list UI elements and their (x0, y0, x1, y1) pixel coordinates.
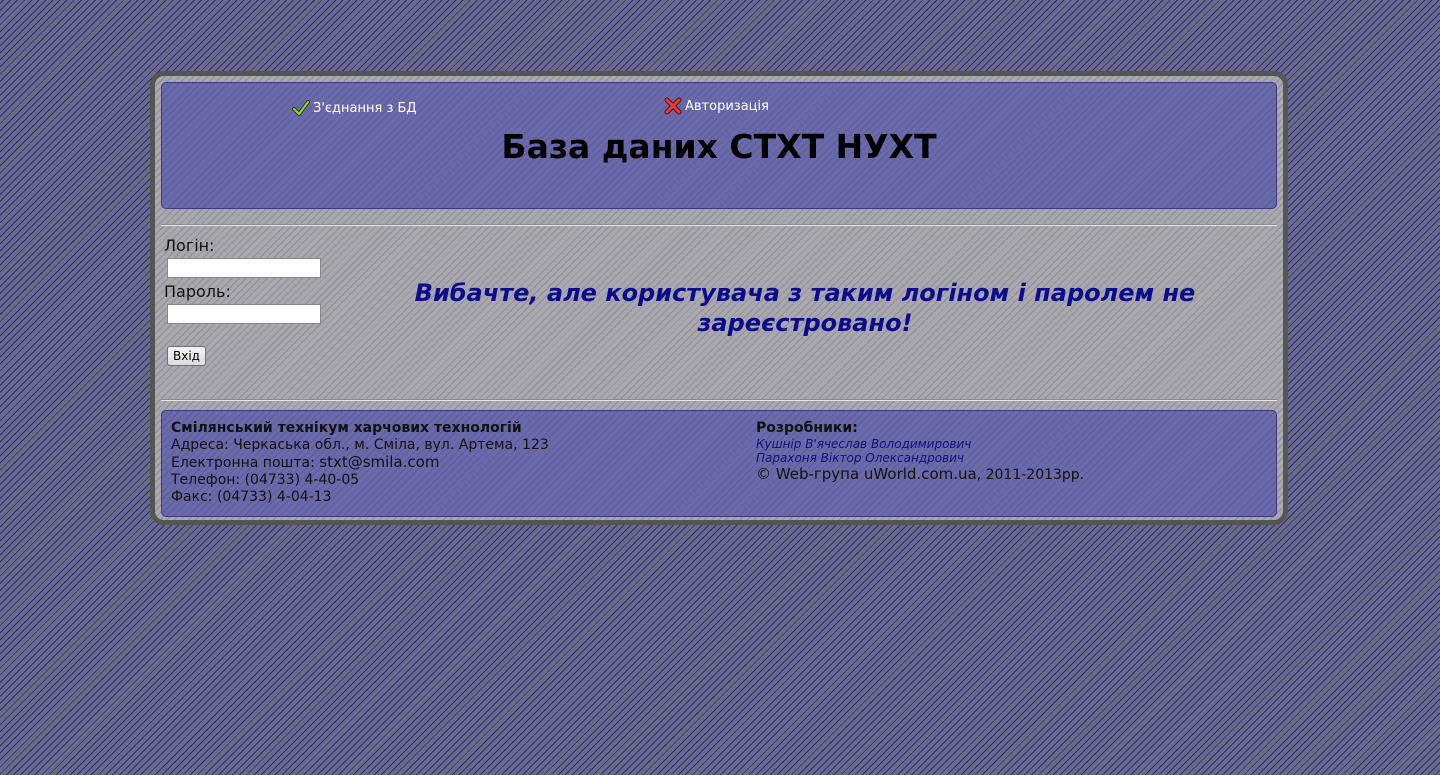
footer-panel: Смілянський технікум харчових технологій… (161, 410, 1277, 517)
divider-top (161, 224, 1277, 226)
checkmark-icon (292, 99, 310, 117)
org-email-row: Електронна пошта: stxt@smila.com (171, 454, 549, 472)
org-phone: Телефон: (04733) 4-40-05 (171, 472, 360, 488)
db-connection-status: З'єднання з БД (292, 99, 417, 117)
main-frame: З'єднання з БД Авторизація База даних СТ… (150, 71, 1288, 525)
developer-name: Кушнір В'ячеслав Володимирович (756, 437, 972, 451)
header-panel: З'єднання з БД Авторизація База даних СТ… (161, 82, 1277, 209)
db-status-label: З'єднання з БД (313, 100, 417, 116)
org-name: Смілянський технікум харчових технологій (171, 420, 522, 436)
login-input[interactable] (167, 258, 321, 278)
auth-status-label: Авторизація (685, 98, 769, 114)
cross-icon (664, 97, 682, 115)
email-value: stxt@smila.com (319, 453, 440, 471)
developer-name: Парахоня Віктор Олександрович (756, 451, 965, 465)
org-fax: Факс: (04733) 4-04-13 (171, 489, 332, 505)
org-address: Адреса: Черкаська обл., м. Сміла, вул. А… (171, 437, 549, 453)
password-input[interactable] (167, 304, 321, 324)
copyright-text: © Web-група uWorld.com.ua (756, 465, 977, 483)
copyright: © Web-група uWorld.com.ua, 2011-2013рр. (756, 465, 1084, 484)
developers-info: Розробники: Кушнір В'ячеслав Володимиров… (756, 420, 1084, 484)
password-label: Пароль: (164, 282, 231, 301)
divider-bottom (161, 399, 1277, 401)
copyright-years: , 2011-2013рр. (976, 467, 1085, 483)
auth-status: Авторизація (664, 97, 769, 115)
organization-info: Смілянський технікум харчових технологій… (171, 420, 549, 506)
page-title: База даних СТХТ НУХТ (501, 127, 937, 166)
login-button[interactable]: Вхід (167, 346, 206, 366)
email-label: Електронна пошта: (171, 455, 320, 471)
error-message: Вибачте, але користувача з таким логіном… (414, 279, 1196, 337)
login-label: Логін: (164, 236, 215, 255)
developers-label: Розробники: (756, 420, 858, 436)
login-form: Логін: Пароль: Вхід (164, 236, 321, 366)
